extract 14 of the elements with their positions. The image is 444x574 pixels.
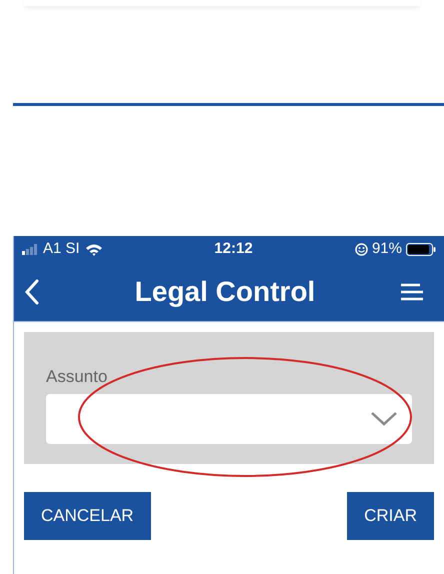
field-label: Assunto xyxy=(46,366,108,388)
menu-icon xyxy=(400,282,424,300)
signal-icon xyxy=(22,244,38,254)
battery-icon xyxy=(406,242,436,256)
carrier-text: A1 SI xyxy=(43,238,80,259)
smiley-icon xyxy=(354,242,368,256)
back-icon xyxy=(24,278,40,304)
wifi-icon xyxy=(84,242,103,256)
time-text: 12:12 xyxy=(213,238,254,259)
action-button[interactable]: CRIAR xyxy=(347,492,434,540)
action-button[interactable]: CANCELAR xyxy=(24,492,151,540)
app-title: Legal Control xyxy=(134,274,316,309)
battery-text: 91% xyxy=(372,238,402,259)
chevron-icon xyxy=(370,410,398,426)
